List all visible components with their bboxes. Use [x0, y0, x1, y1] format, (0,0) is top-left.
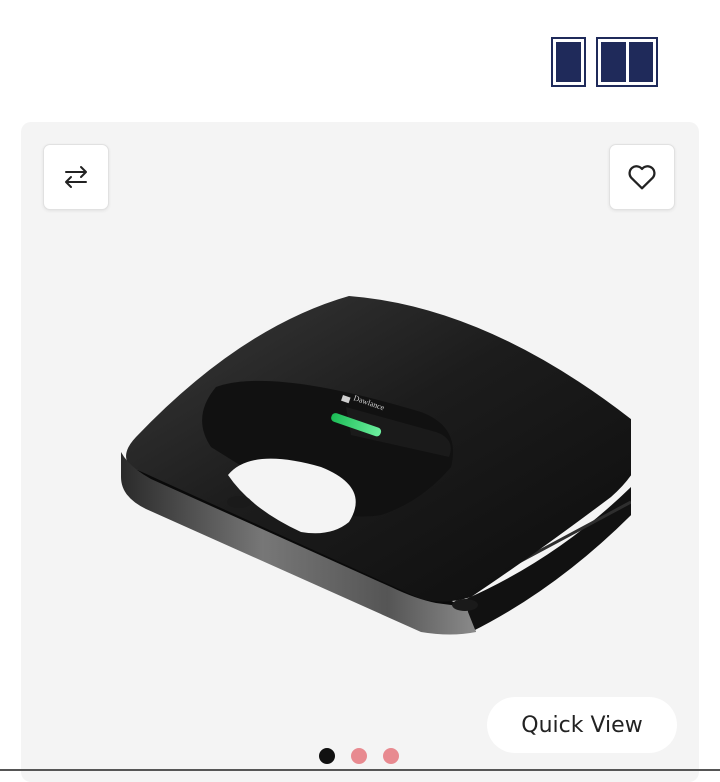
compare-button[interactable]	[43, 144, 109, 210]
quick-view-button[interactable]: Quick View	[487, 697, 677, 753]
heart-outline-icon	[628, 165, 656, 190]
carousel-dot[interactable]	[319, 748, 335, 764]
single-column-icon	[556, 42, 581, 82]
layout-toggle	[551, 37, 658, 87]
carousel-dot[interactable]	[383, 748, 399, 764]
swap-arrows-icon	[65, 166, 87, 188]
two-column-icon	[601, 42, 626, 82]
wishlist-button[interactable]	[609, 144, 675, 210]
carousel-dots	[319, 748, 399, 764]
single-column-view-button[interactable]	[551, 37, 586, 87]
carousel-dot[interactable]	[351, 748, 367, 764]
two-column-view-button[interactable]	[596, 37, 658, 87]
product-image[interactable]: Dawlance	[91, 287, 631, 647]
product-card[interactable]: Dawlance Quick View	[21, 122, 699, 782]
